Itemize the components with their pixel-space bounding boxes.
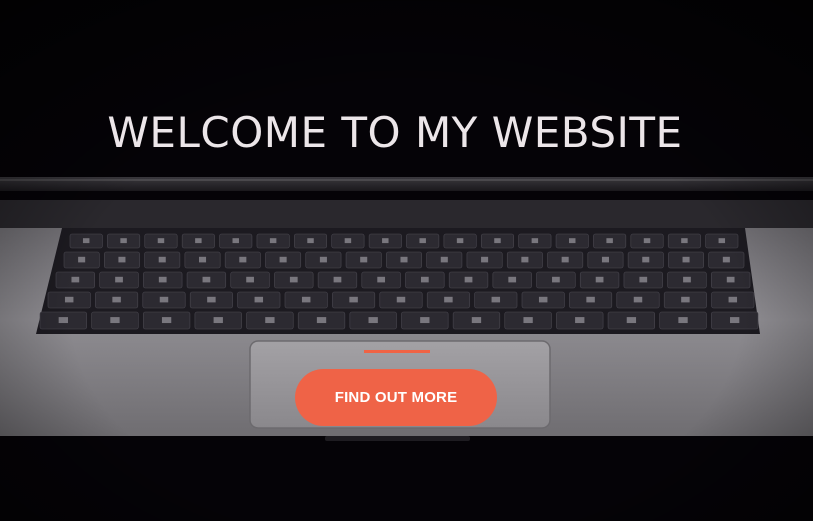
find-out-more-button[interactable]: FIND OUT MORE (295, 369, 497, 426)
accent-divider (364, 350, 430, 353)
hero-title: WELCOME TO MY WEBSITE (107, 108, 683, 157)
laptop-background-image (0, 0, 813, 521)
hero-section: WELCOME TO MY WEBSITE FIND OUT MORE (0, 0, 813, 521)
